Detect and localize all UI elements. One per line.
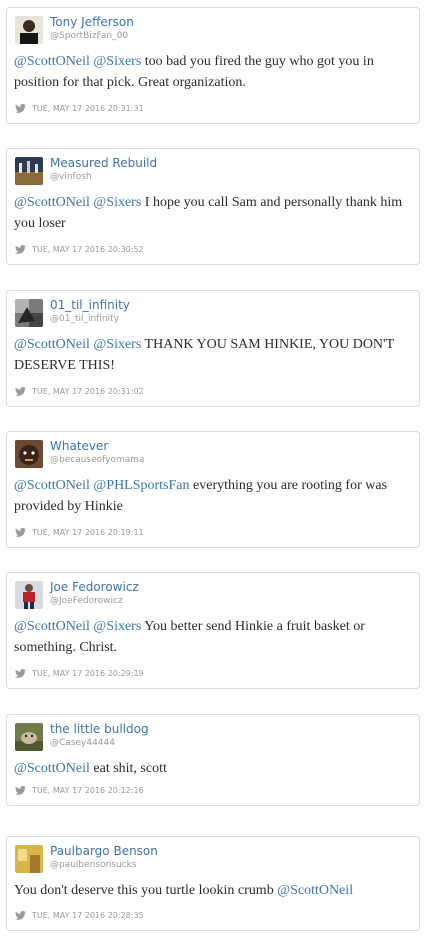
tweet-meta: TUE, MAY 17 2016 20:29:19	[15, 667, 144, 679]
tweet-text: You don't deserve this you turtle lookin…	[14, 880, 412, 901]
mention-link-scottoneil[interactable]: @ScottONeil	[14, 619, 90, 634]
mention-link-scottoneil[interactable]: @ScottONeil	[14, 761, 90, 776]
mention-link-sixers[interactable]: @Sixers	[93, 619, 141, 634]
tweet-card[interactable]: Paulbargo Benson @paulbensonsucks You don'…	[6, 836, 420, 931]
author-handle[interactable]: @vinfosh	[50, 172, 92, 182]
twitter-bird-icon[interactable]	[15, 244, 26, 254]
tweet-meta: TUE, MAY 17 2016 20:31:02	[15, 385, 144, 397]
author-handle[interactable]: @JoeFedorowicz	[50, 596, 123, 606]
mention-link-scottoneil[interactable]: @ScottONeil	[277, 883, 353, 898]
tweet-meta: TUE, MAY 17 2016 20:31:31	[15, 102, 144, 114]
tweet-timestamp[interactable]: TUE, MAY 17 2016 20:31:02	[32, 387, 144, 396]
author-name[interactable]: 01_til_infinity	[50, 298, 130, 312]
tweet-timestamp[interactable]: TUE, MAY 17 2016 20:28:35	[32, 911, 144, 920]
mention-link-scottoneil[interactable]: @ScottONeil	[14, 478, 90, 493]
author-name[interactable]: Paulbargo Benson	[50, 844, 158, 858]
tweet-text: @ScottONeil eat shit, scott	[14, 758, 412, 779]
tweet-text: @ScottONeil @Sixers You better send Hink…	[14, 616, 412, 658]
mention-link-scottoneil[interactable]: @ScottONeil	[14, 337, 90, 352]
twitter-bird-icon[interactable]	[15, 103, 26, 113]
tweet-text-segment: You don't deserve this you turtle lookin…	[14, 883, 278, 898]
twitter-bird-icon[interactable]	[15, 785, 26, 795]
tweet-timestamp[interactable]: TUE, MAY 17 2016 20:31:31	[32, 104, 144, 113]
mention-link-sixers[interactable]: @Sixers	[93, 337, 141, 352]
author-handle[interactable]: @becauseofyomama	[50, 455, 145, 465]
tweet-timestamp[interactable]: TUE, MAY 17 2016 20:30:52	[32, 245, 144, 254]
tweet-card[interactable]: Whatever @becauseofyomama @ScottONeil @PHL…	[6, 431, 420, 548]
avatar[interactable]	[15, 299, 43, 327]
tweet-text: @ScottONeil @Sixers THANK YOU SAM HINKIE…	[14, 334, 412, 376]
avatar[interactable]	[15, 581, 43, 609]
mention-link-phlsportsfan[interactable]: @PHLSportsFan	[93, 478, 189, 493]
avatar[interactable]	[15, 723, 43, 751]
tweet-meta: TUE, MAY 17 2016 20:19:11	[15, 526, 144, 538]
tweet-meta: TUE, MAY 17 2016 20:28:35	[15, 909, 144, 921]
mention-link-scottoneil[interactable]: @ScottONeil	[14, 54, 90, 69]
author-handle[interactable]: @paulbensonsucks	[50, 860, 137, 870]
tweet-text: @ScottONeil @PHLSportsFan everything you…	[14, 475, 412, 517]
author-handle[interactable]: @01_til_infinity	[50, 314, 119, 324]
twitter-bird-icon[interactable]	[15, 668, 26, 678]
author-name[interactable]: Whatever	[50, 439, 108, 453]
tweet-card[interactable]: Measured Rebuild @vinfosh @ScottONeil @Six…	[6, 148, 420, 265]
tweet-card[interactable]: Tony Jefferson @SportBizFan_00 @ScottONeil…	[6, 7, 420, 124]
tweet-timestamp[interactable]: TUE, MAY 17 2016 20:12:16	[32, 786, 144, 795]
author-name[interactable]: Tony Jefferson	[50, 15, 134, 29]
author-name[interactable]: Joe Fedorowicz	[50, 580, 139, 594]
mention-link-sixers[interactable]: @Sixers	[93, 54, 141, 69]
tweet-card[interactable]: the little bulldog @Casey44444 @ScottONeil…	[6, 714, 420, 806]
twitter-bird-icon[interactable]	[15, 910, 26, 920]
mention-link-sixers[interactable]: @Sixers	[93, 195, 141, 210]
twitter-bird-icon[interactable]	[15, 527, 26, 537]
avatar[interactable]	[15, 440, 43, 468]
mention-link-scottoneil[interactable]: @ScottONeil	[14, 195, 90, 210]
author-name[interactable]: Measured Rebuild	[50, 156, 157, 170]
tweet-card[interactable]: 01_til_infinity @01_til_infinity @ScottONe…	[6, 290, 420, 407]
author-handle[interactable]: @SportBizFan_00	[50, 31, 128, 41]
tweet-card[interactable]: Joe Fedorowicz @JoeFedorowicz @ScottONeil …	[6, 572, 420, 689]
avatar[interactable]	[15, 845, 43, 873]
tweet-timestamp[interactable]: TUE, MAY 17 2016 20:19:11	[32, 528, 144, 537]
tweet-meta: TUE, MAY 17 2016 20:30:52	[15, 243, 144, 255]
tweet-text: @ScottONeil @Sixers too bad you fired th…	[14, 51, 412, 93]
tweet-text: @ScottONeil @Sixers I hope you call Sam …	[14, 192, 412, 234]
avatar[interactable]	[15, 16, 43, 44]
author-name[interactable]: the little bulldog	[50, 722, 149, 736]
avatar[interactable]	[15, 157, 43, 185]
tweet-text-segment: eat shit, scott	[89, 761, 167, 776]
twitter-bird-icon[interactable]	[15, 386, 26, 396]
tweet-meta: TUE, MAY 17 2016 20:12:16	[15, 784, 144, 796]
tweet-timestamp[interactable]: TUE, MAY 17 2016 20:29:19	[32, 669, 144, 678]
author-handle[interactable]: @Casey44444	[50, 738, 115, 748]
